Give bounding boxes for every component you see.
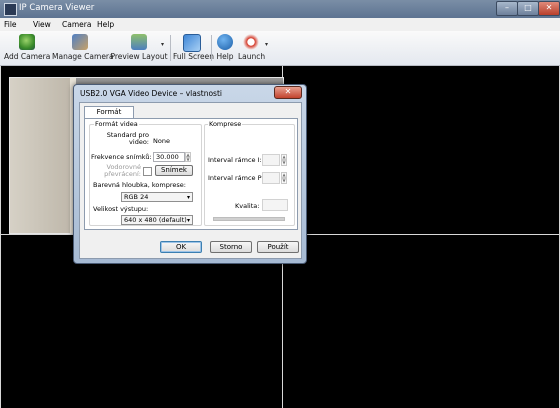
flip-label: Vodorovné převrácení: xyxy=(104,163,141,178)
frame-rate-label: Frekvence snímků: xyxy=(91,153,152,161)
preview-layout-label: Preview Layout xyxy=(110,52,168,61)
menu-help[interactable]: Help xyxy=(97,20,114,29)
app-icon xyxy=(4,3,17,16)
add-camera-button[interactable]: Add Camera xyxy=(4,32,50,63)
i-frame-label: Interval rámce I: xyxy=(208,156,262,164)
tab-panel: Formát videa Standard pro video: None Fr… xyxy=(84,118,298,230)
cancel-button[interactable]: Storno xyxy=(210,241,252,253)
manage-camera-label: Manage Camera xyxy=(52,52,114,61)
p-frame-label: Interval rámce P: xyxy=(208,174,264,182)
i-frame-field[interactable] xyxy=(262,154,280,166)
add-camera-label: Add Camera xyxy=(4,52,51,61)
flip-checkbox[interactable] xyxy=(143,167,152,176)
maximize-button[interactable]: □ xyxy=(517,1,539,16)
help-icon xyxy=(217,34,233,50)
launch-label: Launch xyxy=(238,52,266,61)
dialog-close-button[interactable]: ✕ xyxy=(274,86,302,99)
chevron-down-icon: ▾ xyxy=(265,41,269,48)
faded-title-text: ... xyxy=(80,4,87,12)
toolbar-separator xyxy=(211,35,212,61)
manage-camera-button[interactable]: Manage Camera xyxy=(52,32,114,63)
launch-icon xyxy=(243,34,259,50)
frame-rate-field[interactable]: 30.000 xyxy=(153,152,185,162)
grid-border-left xyxy=(0,66,1,408)
apply-button[interactable]: Použít xyxy=(257,241,299,253)
toolbar-separator xyxy=(170,35,171,61)
chevron-down-icon: ▾ xyxy=(186,194,190,201)
color-depth-label: Barevná hloubka, komprese: xyxy=(93,181,186,189)
preview-layout-icon xyxy=(131,34,147,50)
help-button[interactable]: Help xyxy=(214,32,236,63)
close-button[interactable]: ✕ xyxy=(538,1,560,16)
menu-bar: File View Camera Help xyxy=(0,18,560,31)
menu-file[interactable]: File xyxy=(4,20,17,29)
dialog-title: USB2.0 VGA Video Device – vlastnosti xyxy=(80,89,222,98)
output-size-value: 640 x 480 (default) xyxy=(124,216,187,224)
quality-field[interactable] xyxy=(262,199,288,211)
quality-slider[interactable] xyxy=(213,217,285,221)
manage-camera-icon xyxy=(72,34,88,50)
i-frame-down[interactable]: ▼ xyxy=(281,160,287,166)
launch-button[interactable]: Launch xyxy=(238,32,266,63)
output-size-label: Velikost výstupu: xyxy=(93,205,149,213)
properties-dialog: USB2.0 VGA Video Device – vlastnosti ✕ F… xyxy=(73,84,307,264)
p-frame-down[interactable]: ▼ xyxy=(281,178,287,184)
help-label: Help xyxy=(216,52,234,61)
dialog-body: Formát proudu Formát videa Standard pro … xyxy=(79,102,302,259)
menu-camera[interactable]: Camera xyxy=(62,20,91,29)
add-camera-icon xyxy=(19,34,35,50)
compression-group-title: Komprese xyxy=(208,120,243,128)
preview-layout-button[interactable]: Preview Layout xyxy=(110,32,168,63)
quality-label: Kvalita: xyxy=(235,202,260,210)
toolbar: Add Camera Manage Camera Preview Layout … xyxy=(0,31,560,66)
minimize-button[interactable]: – xyxy=(496,1,518,16)
chevron-down-icon: ▾ xyxy=(186,217,190,224)
full-screen-label: Full Screen xyxy=(173,52,214,61)
full-screen-icon xyxy=(183,34,201,52)
preview-layout-dropdown[interactable]: ▾ xyxy=(161,41,167,55)
output-size-select[interactable]: 640 x 480 (default) ▾ xyxy=(121,215,193,225)
snapshot-button[interactable]: Snímek xyxy=(155,165,193,176)
camera-image xyxy=(10,78,70,233)
chevron-down-icon: ▾ xyxy=(161,41,165,48)
menu-view[interactable]: View xyxy=(33,20,51,29)
video-format-group-title: Formát videa xyxy=(94,120,139,128)
ok-button[interactable]: OK xyxy=(160,241,202,253)
video-standard-value: None xyxy=(153,137,170,145)
full-screen-button[interactable]: Full Screen xyxy=(173,32,214,63)
title-bar: IP Camera Viewer ... – □ ✕ xyxy=(0,0,560,18)
color-depth-value: RGB 24 xyxy=(124,193,149,201)
p-frame-field[interactable] xyxy=(262,172,280,184)
launch-dropdown[interactable]: ▾ xyxy=(265,41,271,55)
frame-rate-down[interactable]: ▼ xyxy=(185,157,191,162)
color-depth-select[interactable]: RGB 24 ▾ xyxy=(121,192,193,202)
video-standard-label: Standard pro video: xyxy=(106,131,149,146)
